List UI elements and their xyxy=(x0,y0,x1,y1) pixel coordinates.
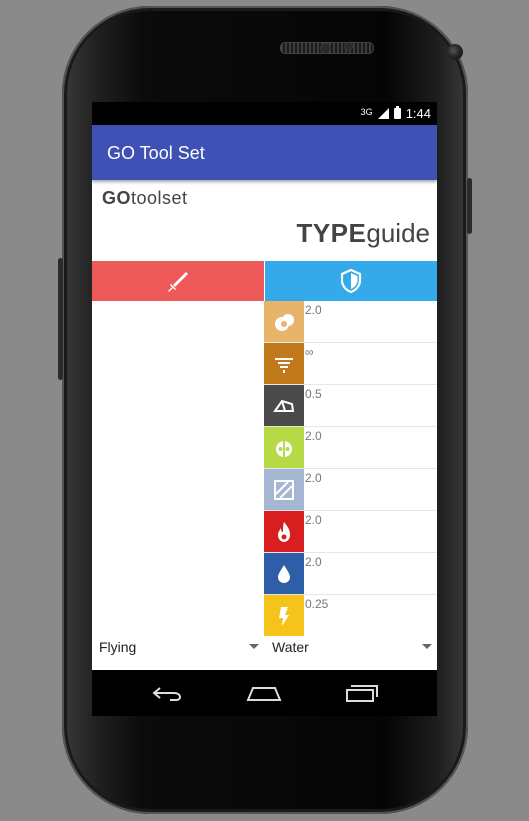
flying-type-icon xyxy=(264,343,304,384)
shield-icon xyxy=(340,268,362,294)
list-item[interactable]: ∞ xyxy=(264,343,437,385)
navigation-bar xyxy=(92,670,437,716)
app-bar: GO Tool Set xyxy=(92,125,437,180)
back-button[interactable] xyxy=(148,678,188,708)
multiplier-value: 0.5 xyxy=(305,387,322,401)
main-content: GOtoolset TYPEguide 2.0 ∞ 0.5 2.0 2.0 2.… xyxy=(92,180,437,670)
tab-attack[interactable] xyxy=(92,261,264,301)
bug-type-icon xyxy=(264,427,304,468)
go-toolset-logo: GOtoolset xyxy=(102,188,188,208)
list-item[interactable]: 2.0 xyxy=(264,511,437,553)
front-camera xyxy=(447,44,463,60)
sword-icon xyxy=(168,272,188,292)
list-item[interactable]: 2.0 xyxy=(264,427,437,469)
volume-button xyxy=(58,258,63,380)
proximity-sensor xyxy=(320,43,331,54)
tab-defense[interactable] xyxy=(265,261,437,301)
ice-type-icon xyxy=(264,469,304,510)
back-icon xyxy=(152,687,182,701)
home-icon xyxy=(246,687,282,701)
defense-type-value: Water xyxy=(272,639,309,655)
list-item[interactable]: 2.0 xyxy=(264,469,437,511)
multiplier-value: 2.0 xyxy=(305,555,322,569)
rock-type-icon xyxy=(264,385,304,426)
battery-icon xyxy=(393,106,401,119)
dropdown-arrow-icon xyxy=(249,644,259,649)
signal-icon xyxy=(377,108,389,119)
dropdown-arrow-icon xyxy=(422,644,432,649)
ground-type-icon xyxy=(264,301,304,342)
type-guide-logo: TYPEguide xyxy=(296,218,430,248)
screen: 3G 1:44 GO Tool Set GOtoolset TYPEguide xyxy=(92,102,437,716)
multiplier-value: ∞ xyxy=(305,345,314,359)
attack-type-value: Flying xyxy=(99,639,137,655)
multiplier-value: 0.25 xyxy=(305,597,329,611)
defense-type-spinner[interactable]: Water xyxy=(272,627,437,667)
clock: 1:44 xyxy=(405,106,431,121)
tab-bar xyxy=(92,261,437,301)
effectiveness-list: 2.0 ∞ 0.5 2.0 2.0 2.0 2.0 0.25 xyxy=(264,301,437,636)
recent-apps-button[interactable] xyxy=(342,678,382,708)
home-button[interactable] xyxy=(244,678,284,708)
multiplier-value: 2.0 xyxy=(305,513,322,527)
attack-type-spinner[interactable]: Flying xyxy=(99,627,264,667)
network-type-label: 3G xyxy=(360,106,373,117)
recent-apps-icon xyxy=(346,685,378,702)
water-type-icon xyxy=(264,553,304,594)
multiplier-value: 2.0 xyxy=(305,303,322,317)
fire-type-icon xyxy=(264,511,304,552)
list-item[interactable]: 2.0 xyxy=(264,553,437,595)
multiplier-value: 2.0 xyxy=(305,471,322,485)
app-title: GO Tool Set xyxy=(107,143,205,163)
status-bar: 3G 1:44 xyxy=(92,102,437,125)
type-selectors: Flying Water xyxy=(92,627,437,667)
multiplier-value: 2.0 xyxy=(305,429,322,443)
list-item[interactable]: 2.0 xyxy=(264,301,437,343)
power-button xyxy=(467,178,472,234)
list-item[interactable]: 0.5 xyxy=(264,385,437,427)
light-sensor xyxy=(344,42,353,51)
